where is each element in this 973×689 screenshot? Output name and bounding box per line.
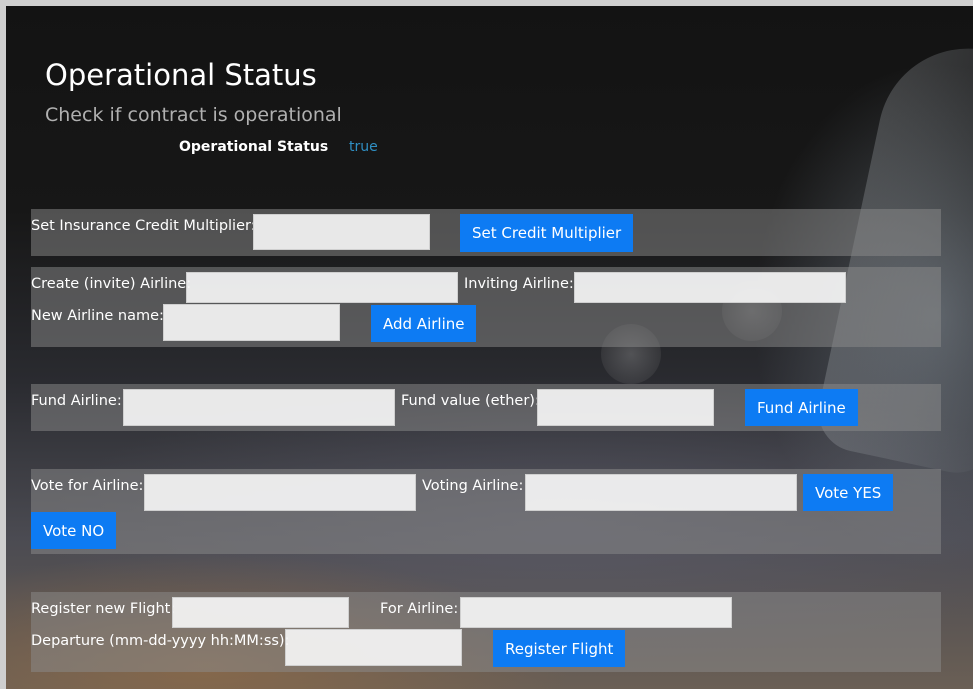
fund-value-input[interactable] bbox=[537, 389, 714, 426]
fund-airline-label: Fund Airline: bbox=[31, 393, 122, 409]
page-subtitle: Check if contract is operational bbox=[45, 104, 342, 126]
new-airline-name-input[interactable] bbox=[163, 304, 340, 341]
create-airline-input[interactable] bbox=[186, 272, 458, 303]
voting-airline-label: Voting Airline: bbox=[422, 478, 524, 494]
add-airline-button[interactable]: Add Airline bbox=[371, 305, 477, 342]
voting-airline-input[interactable] bbox=[525, 474, 797, 511]
register-flight-label: Register new Flight: bbox=[31, 601, 176, 617]
page-title: Operational Status bbox=[45, 58, 317, 92]
multiplier-label: Set Insurance Credit Multiplier: bbox=[31, 218, 256, 234]
inviting-airline-label: Inviting Airline: bbox=[464, 276, 574, 292]
for-airline-input[interactable] bbox=[460, 597, 732, 628]
fund-airline-panel: Fund Airline: Fund value (ether): Fund A… bbox=[31, 384, 941, 431]
app-background: Operational Status Check if contract is … bbox=[6, 6, 973, 689]
inviting-airline-input[interactable] bbox=[574, 272, 846, 303]
operational-status-value: true bbox=[349, 139, 378, 155]
vote-airline-input[interactable] bbox=[144, 474, 416, 511]
vote-no-button[interactable]: Vote NO bbox=[31, 512, 117, 549]
departure-label: Departure (mm-dd-yyyy hh:MM:ss): bbox=[31, 633, 290, 649]
vote-panel: Vote for Airline: Voting Airline: Vote Y… bbox=[31, 469, 941, 554]
multiplier-input[interactable] bbox=[253, 214, 430, 250]
multiplier-panel: Set Insurance Credit Multiplier: Set Cre… bbox=[31, 209, 941, 256]
for-airline-label: For Airline: bbox=[380, 601, 459, 617]
fund-value-label: Fund value (ether): bbox=[401, 393, 540, 409]
fund-airline-input[interactable] bbox=[123, 389, 395, 426]
departure-input[interactable] bbox=[285, 629, 462, 666]
create-airline-label: Create (invite) Airline: bbox=[31, 276, 192, 292]
create-airline-panel: Create (invite) Airline: Inviting Airlin… bbox=[31, 267, 941, 347]
new-airline-name-label: New Airline name: bbox=[31, 308, 164, 324]
set-credit-multiplier-button[interactable]: Set Credit Multiplier bbox=[460, 214, 634, 252]
vote-yes-button[interactable]: Vote YES bbox=[803, 474, 894, 511]
register-flight-panel: Register new Flight: For Airline: Depart… bbox=[31, 592, 941, 672]
vote-airline-label: Vote for Airline: bbox=[31, 478, 144, 494]
fund-airline-button[interactable]: Fund Airline bbox=[745, 389, 858, 426]
operational-status-label: Operational Status bbox=[179, 139, 329, 155]
register-flight-input[interactable] bbox=[172, 597, 349, 628]
register-flight-button[interactable]: Register Flight bbox=[493, 630, 626, 667]
